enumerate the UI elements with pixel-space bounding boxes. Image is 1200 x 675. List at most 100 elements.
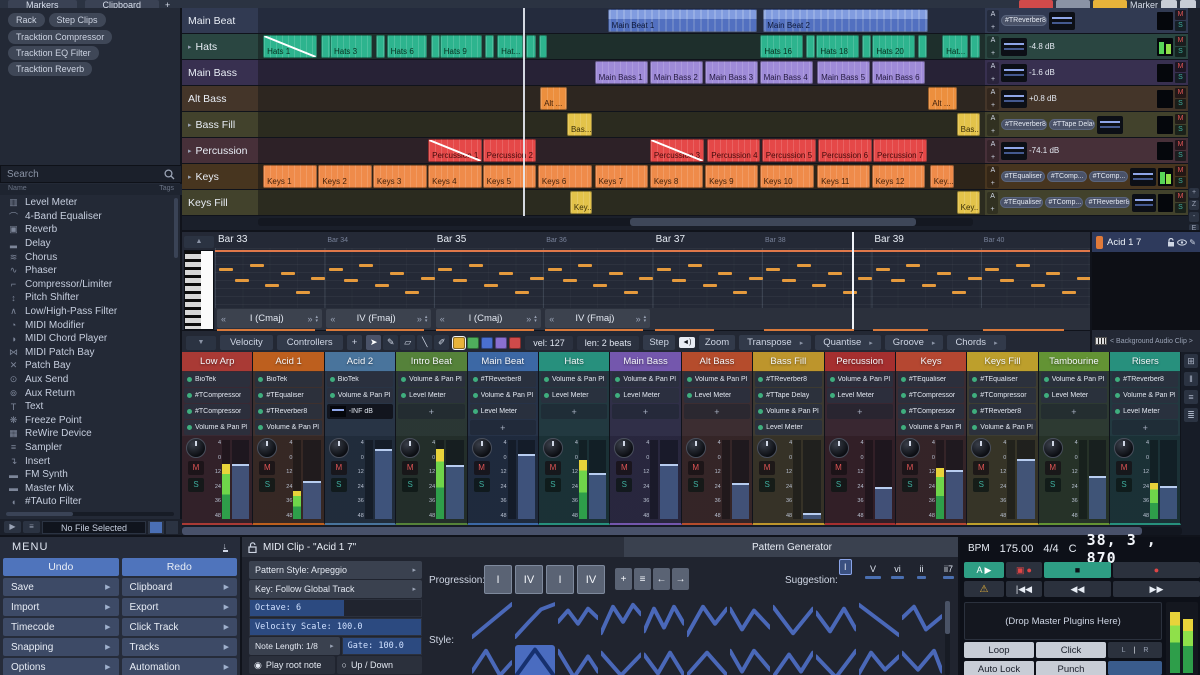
clip-segment[interactable] [539,35,548,58]
plugin-chip-treverber8[interactable]: #TReverber8 [1085,197,1131,208]
chord-cell-i-cmaj[interactable]: «I (Cmaj)»▴▾ [436,309,541,328]
line-tool[interactable]: ╲ [417,335,432,350]
arp-style-tile-11[interactable] [472,645,512,675]
rail-button-[interactable]: + [1189,188,1199,198]
track-header-main-beat[interactable]: Main Beat [182,8,258,34]
plugin-list-item-tauto-filter[interactable]: ◖#TAuto Filter [0,495,176,509]
strip-volume-fader[interactable] [446,440,463,519]
piano-roll[interactable] [215,248,1090,308]
strip-solo-button[interactable]: S [259,478,275,492]
bpm-value[interactable]: 175.00 [1000,543,1034,555]
automation-button[interactable]: A [991,89,996,96]
suggestion-ii7[interactable]: ii7 [943,564,954,579]
chord-next-icon[interactable]: » [526,314,531,324]
clip-key[interactable]: Key... [930,165,955,188]
automation-add-buttons[interactable]: A+ [987,140,999,162]
midi-note[interactable] [812,284,826,287]
suggestion-v[interactable]: V [865,564,881,579]
clip-hats-3[interactable]: Hats 3 [330,35,372,58]
unlock-icon[interactable] [248,542,257,553]
clip-key[interactable]: Key... [570,191,592,214]
add-plugin-row[interactable]: + [541,404,607,419]
menu-item-options[interactable]: Options▶ [3,658,119,675]
suggestion-i[interactable]: I [839,559,852,575]
strip-plugin-treverber8[interactable]: #TReverber8 [755,372,821,387]
strip-plugin-volume-pan-plugin[interactable]: Volume & Pan Plugin [969,420,1035,435]
mixer-strip-name[interactable]: Risers [1110,352,1180,371]
chord-spinner[interactable]: ▴▾ [644,315,647,323]
strip-plugin-tcompressor[interactable]: #TCompressor [184,404,250,419]
midi-note[interactable] [968,277,982,280]
marker-swatch-gray[interactable] [1056,0,1090,8]
marker-add-button[interactable] [1180,0,1196,8]
clip-percussion-7[interactable]: Percussion 7 [873,139,927,162]
plugin-chip-tcomp[interactable]: #TComp... [1089,171,1129,182]
note-color-swatch-1[interactable] [467,337,479,349]
arp-style-tile-5[interactable] [687,601,727,639]
clip-alt[interactable]: Alt ... [928,87,957,110]
strip-mute-button[interactable]: M [1045,461,1061,475]
plugin-enabled-dot[interactable] [901,409,906,414]
strip-solo-button[interactable]: S [331,478,347,492]
plugin-enabled-dot[interactable] [830,377,835,382]
automation-add-buttons[interactable]: A+ [987,10,999,32]
strip-plugin-volume-pan-plugin[interactable]: Volume & Pan Plugin [827,372,893,387]
strip-mute-button[interactable]: M [402,461,418,475]
style-scrollbar[interactable] [945,601,950,675]
up-down-radio[interactable]: ○Up / Down [337,656,423,674]
clip-segment[interactable] [431,35,440,58]
background-audio-clip-selector[interactable]: < Background Audio Clip > [1092,330,1200,352]
volume-fader[interactable] [1132,194,1156,212]
strip-plugin-level-meter[interactable]: Level Meter [541,388,607,403]
mixer-strip-name[interactable]: Low Arp [182,352,252,371]
midi-note[interactable] [484,284,498,287]
bar-ruler[interactable]: Bar 33Bar 34Bar 35Bar 36Bar 37Bar 38Bar … [215,232,1090,248]
plugin-enabled-dot[interactable] [830,393,835,398]
midi-note[interactable] [265,284,279,287]
plugin-list-hscrollbar[interactable] [6,512,174,516]
strip-solo-button[interactable]: S [545,478,561,492]
plugin-list-item-fm-synth[interactable]: ▬FM Synth [0,468,176,482]
clip-main-bass-6[interactable]: Main Bass 6 [872,61,925,84]
pan-knob[interactable] [686,438,706,458]
midi-note[interactable] [219,268,233,271]
midi-note[interactable] [250,264,264,267]
plugin-enabled-dot[interactable] [758,409,763,414]
pattern-generator-tab[interactable]: Pattern Generator [624,537,960,557]
midi-note[interactable] [1062,291,1076,294]
octave-field[interactable]: Octave: 6 [249,599,422,617]
clip-keys-12[interactable]: Keys 12 [872,165,925,188]
automation-button[interactable]: A [990,193,995,200]
plugin-chip-tequaliser[interactable]: #TEqualiser [1001,171,1045,182]
add-plugin-row[interactable]: + [1112,420,1178,435]
midi-note[interactable] [1077,277,1091,280]
midi-note[interactable] [733,291,747,294]
mixer-strip-name[interactable]: Acid 2 [325,352,395,371]
add-plugin-row[interactable]: + [612,404,678,419]
clip-bas[interactable]: Bas... [957,113,980,136]
midi-note[interactable] [563,279,577,282]
quantise-menu-button[interactable]: Quantise▸ [815,335,881,350]
clip-percussion-3[interactable]: Percussion 3 [650,139,705,162]
arp-style-tile-7[interactable] [773,601,813,639]
mixer-strip-name[interactable]: Intro Beat [396,352,466,371]
velocity-scale-field[interactable]: Velocity Scale: 100.0 [249,618,422,636]
plugin-list-item-4-band-equaliser[interactable]: ⌒4-Band Equaliser [0,210,176,224]
recent-plugin-tracktion-compressor[interactable]: Tracktion Compressor [8,30,112,44]
arp-style-tile-15[interactable] [644,645,684,675]
clip-hats-16[interactable]: Hats 16 [760,35,803,58]
progression-chord-1[interactable]: IV [515,565,543,594]
midi-note[interactable] [296,291,310,294]
midi-note[interactable] [499,272,513,275]
arrangement-scrollbar[interactable] [258,218,973,226]
plugin-enabled-dot[interactable] [473,409,478,414]
clip-main-bass-1[interactable]: Main Bass 1 [595,61,648,84]
mute-button[interactable]: M [1175,140,1186,150]
arp-style-tile-14[interactable] [601,645,641,675]
clip-hats-18[interactable]: Hats 18 [816,35,859,58]
edit-icon[interactable]: ✎ [1189,238,1196,247]
strip-volume-fader[interactable] [232,440,249,519]
strip-volume-fader[interactable] [303,440,320,519]
strip-volume-fader[interactable] [875,440,892,519]
midi-note[interactable] [688,264,702,267]
